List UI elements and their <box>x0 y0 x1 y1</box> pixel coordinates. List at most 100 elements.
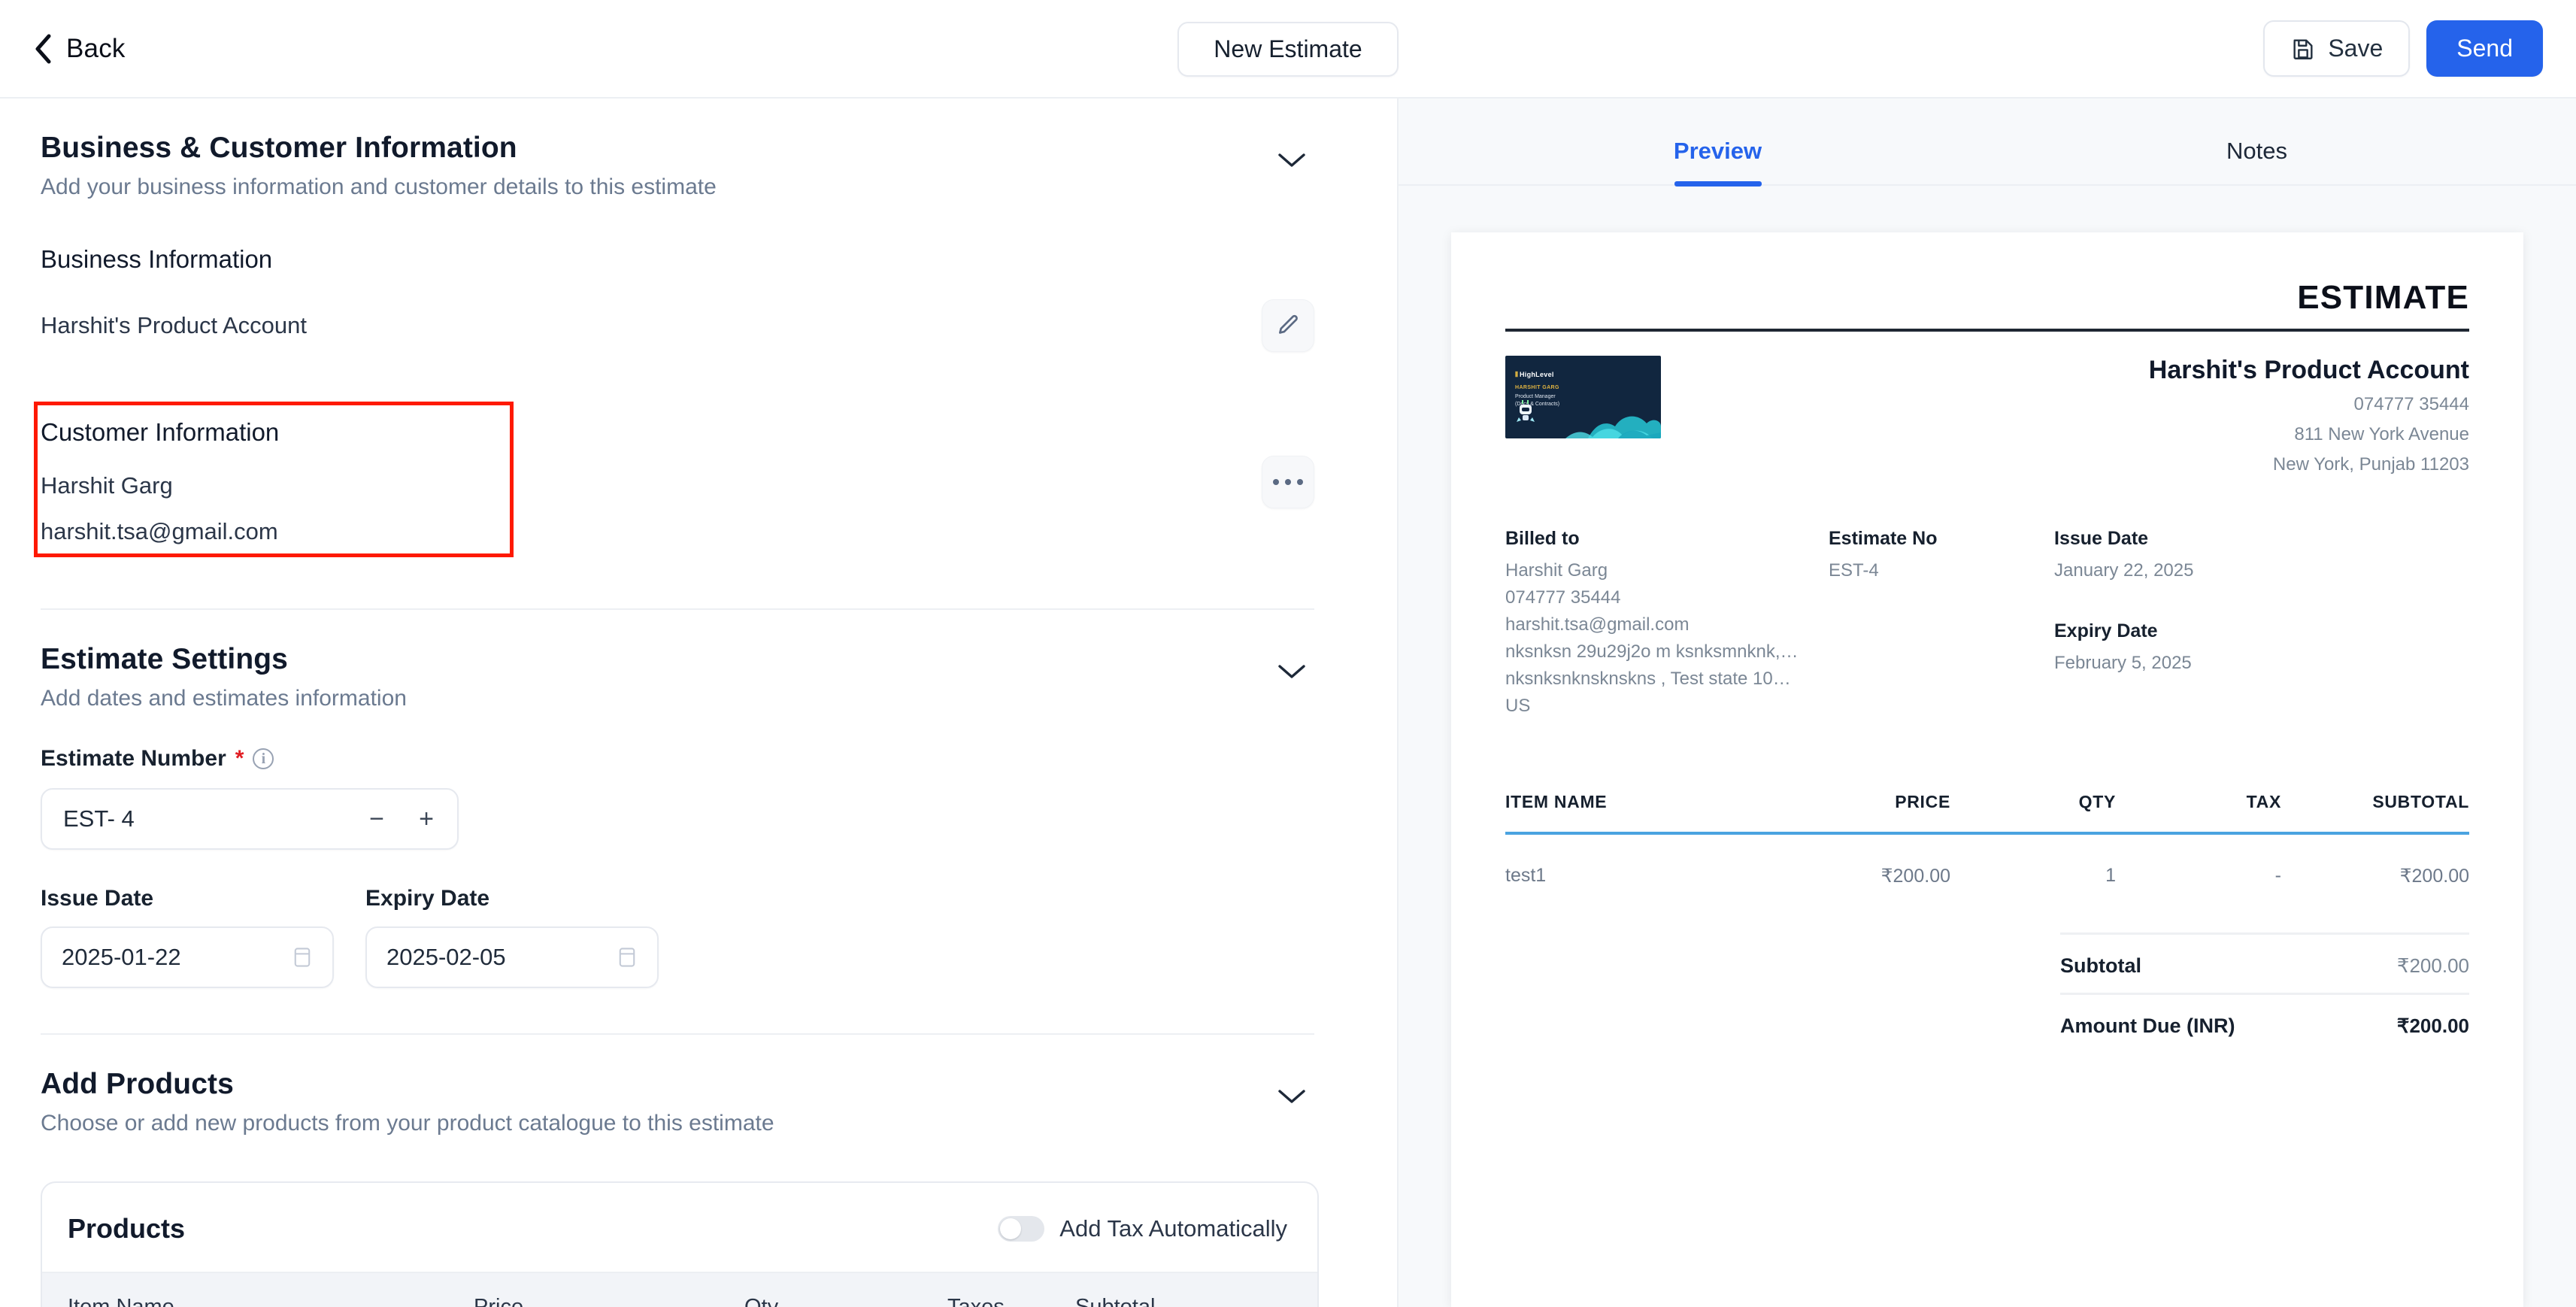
collapse-business-customer-button[interactable] <box>1269 138 1314 183</box>
business-name-row: Harshit's Product Account <box>41 299 1314 352</box>
issue-date-heading: Issue Date <box>2054 528 2302 550</box>
back-label: Back <box>66 34 126 64</box>
item-price-cell: ₹200.00 <box>1725 865 1950 887</box>
business-address-line-2: New York, Punjab 11203 <box>2149 454 2469 475</box>
expiry-date-input[interactable]: 2025-02-05 <box>365 926 659 988</box>
send-button[interactable]: Send <box>2426 20 2543 77</box>
column-header-item-name: Item Name <box>68 1295 474 1307</box>
estimate-number-stepper: − + <box>353 796 450 842</box>
amount-due-label: Amount Due (INR) <box>2060 1014 2235 1038</box>
billed-to-heading: Billed to <box>1505 528 1829 550</box>
tab-preview[interactable]: Preview <box>1448 138 1987 184</box>
customer-information-block: Customer Information Harshit Garg harshi… <box>41 402 1314 563</box>
item-qty-cell: 1 <box>1950 865 2116 887</box>
pencil-icon <box>1274 312 1302 339</box>
estimate-settings-section-subtitle: Add dates and estimates information <box>41 686 1269 711</box>
required-asterisk: * <box>235 746 244 772</box>
estimate-no-heading: Estimate No <box>1829 528 2054 550</box>
dates-row: Issue Date 2025-01-22 Expiry Date 2 <box>41 886 1314 988</box>
document-totals: Subtotal ₹200.00 Amount Due (INR) ₹200.0… <box>2060 932 2469 1053</box>
rocket-mascot-icon <box>1516 399 1535 425</box>
business-phone: 074777 35444 <box>2149 394 2469 415</box>
business-details-block: Harshit's Product Account 074777 35444 8… <box>2149 356 2469 475</box>
products-card-title: Products <box>68 1213 998 1245</box>
estimate-number-decrement-button[interactable]: − <box>353 796 400 842</box>
customer-name-value: Harshit Garg <box>41 472 1262 499</box>
issue-date-value: 2025-01-22 <box>62 944 292 971</box>
customer-information-label: Customer Information <box>41 418 1262 447</box>
expiry-date-label: Expiry Date <box>365 886 659 911</box>
collapse-estimate-settings-button[interactable] <box>1269 649 1314 694</box>
issue-date-field: Issue Date 2025-01-22 <box>41 886 334 988</box>
billed-to-email: harshit.tsa@gmail.com <box>1505 614 1689 635</box>
subtotal-label: Subtotal <box>2060 954 2141 978</box>
estimate-number-increment-button[interactable]: + <box>403 796 450 842</box>
column-header-qty: Qty <box>744 1295 947 1307</box>
toggle-knob <box>1000 1218 1021 1239</box>
calendar-icon <box>292 946 313 969</box>
info-icon[interactable]: i <box>253 748 274 769</box>
page-title[interactable]: New Estimate <box>1177 22 1398 77</box>
amount-due-row: Amount Due (INR) ₹200.00 <box>2060 993 2469 1053</box>
add-products-section-subtitle: Choose or add new products from your pro… <box>41 1111 1269 1136</box>
expiry-date-value: February 5, 2025 <box>2054 650 2302 677</box>
items-column-header-price: PRICE <box>1725 792 1950 812</box>
items-column-header-tax: TAX <box>2116 792 2281 812</box>
logo-person-name: HARSHIT GARG <box>1515 385 1559 390</box>
estimate-number-label: Estimate Number <box>41 746 226 772</box>
tab-notes[interactable]: Notes <box>1987 138 2526 184</box>
billed-to-name: Harshit Garg <box>1505 560 1608 581</box>
customer-email-value: harshit.tsa@gmail.com <box>41 518 1262 545</box>
business-name-value: Harshit's Product Account <box>41 312 1262 339</box>
billed-to-details: Harshit Garg 074777 35444 harshit.tsa@gm… <box>1505 557 1829 720</box>
logo-bars-icon: ⦀ <box>1515 371 1517 379</box>
document-title-row: ESTIMATE <box>1505 279 2469 317</box>
estimate-form-panel: Business & Customer Information Add your… <box>0 99 1399 1307</box>
add-products-section-title: Add Products <box>41 1068 1269 1101</box>
add-tax-automatically-label: Add Tax Automatically <box>1059 1215 1287 1242</box>
table-row: test1 ₹200.00 1 - ₹200.00 <box>1505 865 2469 887</box>
business-customer-section-subtitle: Add your business information and custom… <box>41 174 1269 200</box>
item-name-cell: test1 <box>1505 865 1725 887</box>
add-tax-automatically-toggle[interactable] <box>998 1216 1044 1242</box>
items-column-header-subtotal: SUBTOTAL <box>2281 792 2469 812</box>
billed-to-address-line-2: nksnksnknsknskns , Test state 10… <box>1505 669 1791 689</box>
chevron-left-icon <box>33 34 53 64</box>
item-subtotal-cell: ₹200.00 <box>2281 865 2469 887</box>
issue-date-input[interactable]: 2025-01-22 <box>41 926 334 988</box>
products-card-header: Products Add Tax Automatically <box>42 1183 1317 1272</box>
document-meta-row: Billed to Harshit Garg 074777 35444 hars… <box>1505 528 2469 720</box>
business-name: Harshit's Product Account <box>2149 356 2469 385</box>
expiry-date-value: 2025-02-05 <box>386 944 617 971</box>
expiry-date-field: Expiry Date 2025-02-05 <box>365 886 659 988</box>
amount-due-value: ₹200.00 <box>2397 1014 2469 1038</box>
document-title: ESTIMATE <box>2297 279 2469 317</box>
subtotal-row: Subtotal ₹200.00 <box>2060 932 2469 993</box>
chevron-down-icon <box>1277 152 1306 168</box>
top-bar: Back New Estimate Save Send <box>0 0 2576 99</box>
issue-date-label: Issue Date <box>41 886 334 911</box>
back-button[interactable]: Back <box>33 34 126 64</box>
products-table-header-row: Item Name Price Qty Taxes Subtotal <box>42 1272 1317 1307</box>
edit-business-button[interactable] <box>1262 299 1314 352</box>
column-header-subtotal: Subtotal <box>1075 1295 1226 1307</box>
document-title-rule <box>1505 329 2469 332</box>
estimate-document: ESTIMATE ⦀HighLevel HARSHIT GARG <box>1451 232 2523 1307</box>
save-label: Save <box>2328 35 2383 62</box>
billed-to-address-line-1: nksnksn 29u29j2o m ksnksmnknk,… <box>1505 641 1799 662</box>
save-button[interactable]: Save <box>2263 20 2410 77</box>
collapse-add-products-button[interactable] <box>1269 1074 1314 1119</box>
subtotal-value: ₹200.00 <box>2397 954 2469 978</box>
items-column-header-item-name: ITEM NAME <box>1505 792 1725 812</box>
estimate-number-input[interactable]: EST- 4 − + <box>41 788 459 850</box>
document-dates-block: Issue Date January 22, 2025 Expiry Date … <box>2054 528 2302 720</box>
business-customer-section-header: Business & Customer Information Add your… <box>41 99 1314 200</box>
column-header-price: Price <box>474 1295 744 1307</box>
items-column-header-qty: QTY <box>1950 792 2116 812</box>
customer-more-options-button[interactable] <box>1262 456 1314 508</box>
estimate-number-label-row: Estimate Number * i <box>41 746 1314 772</box>
preview-panel: Preview Notes ESTIMATE <box>1399 99 2576 1307</box>
estimate-settings-section-title: Estimate Settings <box>41 643 1269 676</box>
estimate-settings-section-header: Estimate Settings Add dates and estimate… <box>41 610 1314 711</box>
document-top-info: ⦀HighLevel HARSHIT GARG Product Manager … <box>1505 356 2469 475</box>
